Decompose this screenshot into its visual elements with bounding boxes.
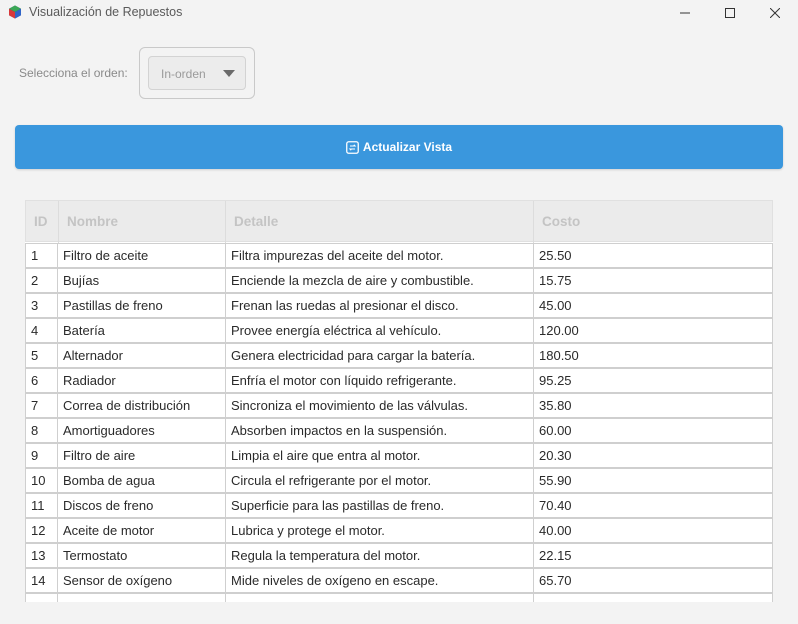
cell-costo[interactable]: 120.00 — [533, 318, 773, 343]
cell-detalle[interactable]: Frenan las ruedas al presionar el disco. — [225, 293, 534, 318]
cell-id[interactable]: 7 — [25, 393, 58, 418]
table-row[interactable]: 11 Discos de freno Superficie para las pas… — [25, 493, 773, 518]
window-title: Visualización de Repuestos — [29, 5, 183, 19]
table-row[interactable]: 2 Bujías Enciende la mezcla de aire y comb… — [25, 268, 773, 293]
column-header-nombre[interactable]: Nombre — [59, 201, 226, 243]
cell-nombre[interactable]: Amortiguadores — [57, 418, 226, 443]
table-row[interactable]: 8 Amortiguadores Absorben impactos en la s… — [25, 418, 773, 443]
cell-detalle[interactable]: Superficie para las pastillas de freno. — [225, 493, 534, 518]
table-row[interactable]: 12 Aceite de motor Lubrica y protege el mo… — [25, 518, 773, 543]
cell-costo[interactable]: 15.75 — [533, 268, 773, 293]
title-bar: Visualización de Repuestos — [0, 0, 798, 26]
minimize-icon — [680, 12, 690, 14]
cell-detalle[interactable]: Absorben impactos en la suspensión. — [225, 418, 534, 443]
table-header: ID Nombre Detalle Costo — [25, 200, 773, 243]
maximize-button[interactable] — [707, 0, 753, 26]
cell-id[interactable]: 3 — [25, 293, 58, 318]
cell-costo[interactable]: 25.50 — [533, 243, 773, 268]
order-dropdown[interactable]: In-orden — [148, 56, 246, 90]
cell-nombre[interactable]: Discos de freno — [57, 493, 226, 518]
cell-costo[interactable]: 95.25 — [533, 368, 773, 393]
refresh-view-label: Actualizar Vista — [362, 140, 453, 154]
cell-detalle[interactable]: Genera electricidad para cargar la bater… — [225, 343, 534, 368]
cell-id[interactable] — [25, 593, 58, 602]
table-row[interactable]: 5 Alternador Genera electricidad para carg… — [25, 343, 773, 368]
cell-nombre[interactable]: Batería — [57, 318, 226, 343]
column-header-detalle[interactable]: Detalle — [226, 201, 534, 243]
cell-nombre[interactable]: Bujías — [57, 268, 226, 293]
cell-nombre[interactable]: Filtro de aire — [57, 443, 226, 468]
cell-costo[interactable]: 70.40 — [533, 493, 773, 518]
table-row[interactable]: 10 Bomba de agua Circula el refrigerante p… — [25, 468, 773, 493]
cell-id[interactable]: 14 — [25, 568, 58, 593]
cell-costo[interactable]: 40.00 — [533, 518, 773, 543]
table-row[interactable]: 6 Radiador Enfría el motor con líquido ref… — [25, 368, 773, 393]
cell-nombre[interactable]: Aceite de motor — [57, 518, 226, 543]
table-row[interactable]: 7 Correa de distribución Sincroniza el mov… — [25, 393, 773, 418]
order-group: In-orden — [139, 47, 255, 99]
cell-costo[interactable]: 20.30 — [533, 443, 773, 468]
cell-id[interactable]: 4 — [25, 318, 58, 343]
refresh-icon — [346, 140, 359, 154]
cell-nombre[interactable]: Alternador — [57, 343, 226, 368]
cell-costo[interactable]: 45.00 — [533, 293, 773, 318]
cell-id[interactable]: 2 — [25, 268, 58, 293]
column-header-costo[interactable]: Costo — [534, 201, 773, 243]
close-icon — [770, 8, 780, 18]
cell-nombre[interactable]: Correa de distribución — [57, 393, 226, 418]
table-row[interactable]: 9 Filtro de aire Limpia el aire que entra … — [25, 443, 773, 468]
cell-detalle[interactable]: Mide niveles de oxígeno en escape. — [225, 568, 534, 593]
cell-costo[interactable]: 35.80 — [533, 393, 773, 418]
cell-nombre[interactable]: Bomba de agua — [57, 468, 226, 493]
cell-nombre[interactable]: Radiador — [57, 368, 226, 393]
cell-id[interactable]: 9 — [25, 443, 58, 468]
cell-nombre[interactable]: Sensor de oxígeno — [57, 568, 226, 593]
cell-detalle[interactable] — [225, 593, 534, 602]
cell-detalle[interactable]: Regula la temperatura del motor. — [225, 543, 534, 568]
cell-id[interactable]: 13 — [25, 543, 58, 568]
cell-costo[interactable]: 65.70 — [533, 568, 773, 593]
cell-detalle[interactable]: Limpia el aire que entra al motor. — [225, 443, 534, 468]
cell-nombre[interactable] — [57, 593, 226, 602]
order-selected-value: In-orden — [161, 67, 206, 81]
cell-detalle[interactable]: Enciende la mezcla de aire y combustible… — [225, 268, 534, 293]
chevron-down-icon — [223, 70, 235, 77]
table-row[interactable]: 13 Termostato Regula la temperatura del mo… — [25, 543, 773, 568]
cell-costo[interactable]: 55.90 — [533, 468, 773, 493]
maximize-icon — [725, 8, 735, 18]
column-header-id[interactable]: ID — [26, 201, 59, 243]
cell-costo[interactable]: 180.50 — [533, 343, 773, 368]
cell-id[interactable]: 8 — [25, 418, 58, 443]
refresh-view-button[interactable]: Actualizar Vista — [15, 125, 783, 169]
app-cube-icon — [9, 5, 21, 19]
cell-detalle[interactable]: Provee energía eléctrica al vehículo. — [225, 318, 534, 343]
cell-id[interactable]: 1 — [25, 243, 58, 268]
cell-costo[interactable]: 60.00 — [533, 418, 773, 443]
cell-costo[interactable]: 22.15 — [533, 543, 773, 568]
table-row[interactable]: 3 Pastillas de freno Frenan las ruedas al … — [25, 293, 773, 318]
cell-nombre[interactable]: Termostato — [57, 543, 226, 568]
close-button[interactable] — [752, 0, 798, 26]
cell-detalle[interactable]: Enfría el motor con líquido refrigerante… — [225, 368, 534, 393]
cell-id[interactable]: 12 — [25, 518, 58, 543]
table-row[interactable]: 14 Sensor de oxígeno Mide niveles de oxíge… — [25, 568, 773, 593]
order-label: Selecciona el orden: — [19, 66, 128, 80]
cell-detalle[interactable]: Filtra impurezas del aceite del motor. — [225, 243, 534, 268]
cell-detalle[interactable]: Lubrica y protege el motor. — [225, 518, 534, 543]
cell-costo[interactable] — [533, 593, 773, 602]
table-row[interactable]: 1 Filtro de aceite Filtra impurezas del ac… — [25, 243, 773, 268]
cell-id[interactable]: 6 — [25, 368, 58, 393]
cell-detalle[interactable]: Sincroniza el movimiento de las válvulas… — [225, 393, 534, 418]
minimize-button[interactable] — [662, 0, 708, 26]
cell-nombre[interactable]: Filtro de aceite — [57, 243, 226, 268]
table-row[interactable] — [25, 593, 773, 602]
table-body: 1 Filtro de aceite Filtra impurezas del ac… — [25, 243, 773, 602]
cell-id[interactable]: 5 — [25, 343, 58, 368]
table-row[interactable]: 4 Batería Provee energía eléctrica al vehí… — [25, 318, 773, 343]
cell-id[interactable]: 11 — [25, 493, 58, 518]
cell-nombre[interactable]: Pastillas de freno — [57, 293, 226, 318]
cell-id[interactable]: 10 — [25, 468, 58, 493]
cell-detalle[interactable]: Circula el refrigerante por el motor. — [225, 468, 534, 493]
parts-table: ID Nombre Detalle Costo 1 Filtro de aceit… — [25, 200, 773, 602]
